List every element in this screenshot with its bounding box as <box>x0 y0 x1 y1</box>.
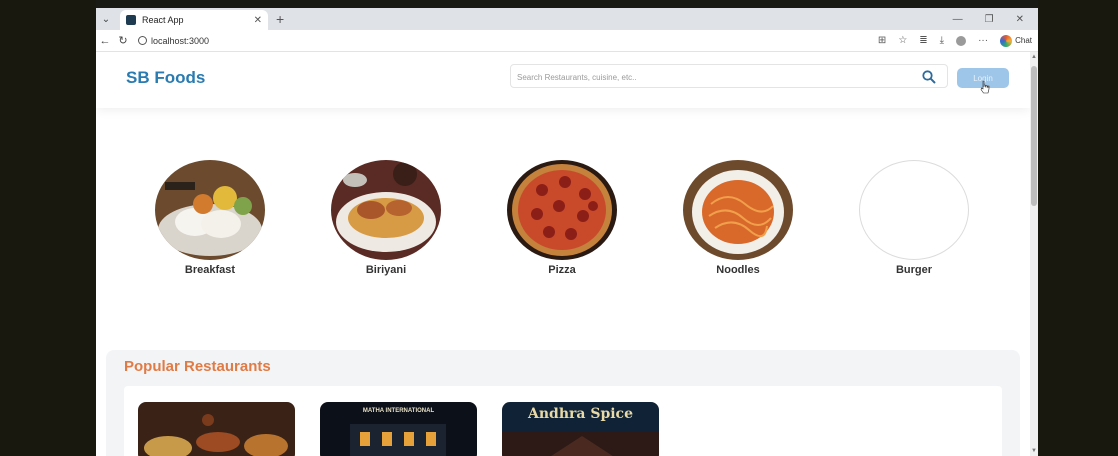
download-icon[interactable]: ⤓ <box>940 35 944 46</box>
vertical-scrollbar[interactable]: ▲ ▼ <box>1030 52 1038 456</box>
search-box <box>510 64 948 88</box>
scroll-up-icon[interactable]: ▲ <box>1030 54 1038 60</box>
favorites-list-icon[interactable]: ≣ <box>919 35 927 46</box>
more-menu-icon[interactable]: ··· <box>978 35 988 46</box>
browser-tab[interactable]: React App ✕ <box>120 10 268 30</box>
tab-actions-chevron-icon[interactable]: ⌄ <box>96 8 116 30</box>
restaurant-card[interactable]: MATHA INTERNATIONAL <box>320 402 477 456</box>
chat-label: Chat <box>1015 36 1032 45</box>
web-page: SB Foods Login <box>96 52 1030 456</box>
browser-window: ⌄ React App ✕ + — ❐ ✕ ← ↻ localhost:3000… <box>96 8 1038 456</box>
minimize-icon[interactable]: — <box>953 14 963 25</box>
tab-title: React App <box>142 15 184 25</box>
brand-logo[interactable]: SB Foods <box>126 68 205 88</box>
profile-avatar-icon[interactable] <box>956 35 967 46</box>
scrollbar-thumb[interactable] <box>1031 66 1037 206</box>
screen-bezel-right <box>1038 0 1118 456</box>
restaurant-card[interactable] <box>138 402 295 456</box>
mouse-pointer-icon <box>980 80 990 94</box>
biriyani-image <box>331 160 441 260</box>
category-label: Breakfast <box>184 264 236 276</box>
tab-bar: ⌄ React App ✕ + — ❐ ✕ <box>96 8 1038 30</box>
url-field[interactable]: localhost:3000 <box>138 36 209 46</box>
site-header: SB Foods Login <box>96 52 1030 108</box>
pizza-image <box>507 160 617 260</box>
category-burger[interactable]: Burger <box>854 160 974 276</box>
category-row: Breakfast Biriyani Pizza Noodles Burger <box>96 160 1030 290</box>
category-pizza[interactable]: Pizza <box>502 160 622 276</box>
category-label: Noodles <box>716 264 760 276</box>
new-tab-icon[interactable]: + <box>276 11 284 27</box>
reader-view-icon[interactable]: ⊞ <box>878 35 886 46</box>
restore-icon[interactable]: ❐ <box>985 14 994 25</box>
refresh-icon[interactable]: ↻ <box>114 34 132 47</box>
close-window-icon[interactable]: ✕ <box>1016 14 1024 25</box>
favorite-star-icon[interactable]: ☆ <box>898 35 907 46</box>
scroll-down-icon[interactable]: ▼ <box>1030 448 1038 454</box>
restaurant-sign: MATHA INTERNATIONAL <box>362 408 435 414</box>
breakfast-image <box>155 160 265 260</box>
restaurant-card[interactable]: Andhra Spice <box>502 402 659 456</box>
section-title: Popular Restaurants <box>124 358 271 375</box>
category-label: Burger <box>895 264 933 276</box>
restaurant-list: MATHA INTERNATIONAL Andhra Spice <box>124 386 1002 456</box>
category-label: Biriyani <box>365 264 407 276</box>
category-biriyani[interactable]: Biriyani <box>326 160 446 276</box>
noodles-image <box>683 160 793 260</box>
category-noodles[interactable]: Noodles <box>678 160 798 276</box>
restaurant-sign: Andhra Spice <box>528 406 633 422</box>
search-icon[interactable] <box>922 70 936 84</box>
search-input[interactable] <box>517 69 917 85</box>
popular-restaurants-section: Popular Restaurants MATHA INTERNATIONAL … <box>106 350 1020 456</box>
close-tab-icon[interactable]: ✕ <box>254 15 262 26</box>
chat-button[interactable]: Chat <box>1000 34 1032 47</box>
category-label: Pizza <box>548 264 576 276</box>
react-favicon-icon <box>126 15 136 25</box>
category-breakfast[interactable]: Breakfast <box>150 160 270 276</box>
copilot-icon <box>1000 34 1013 47</box>
screen-bezel-left <box>0 0 96 456</box>
burger-image <box>859 160 969 260</box>
back-arrow-icon[interactable]: ← <box>96 35 114 47</box>
url-text: localhost:3000 <box>151 35 210 46</box>
address-bar: ← ↻ localhost:3000 ⊞ ☆ ≣ ⤓ ··· Chat <box>96 30 1038 52</box>
site-info-icon[interactable] <box>138 36 147 45</box>
